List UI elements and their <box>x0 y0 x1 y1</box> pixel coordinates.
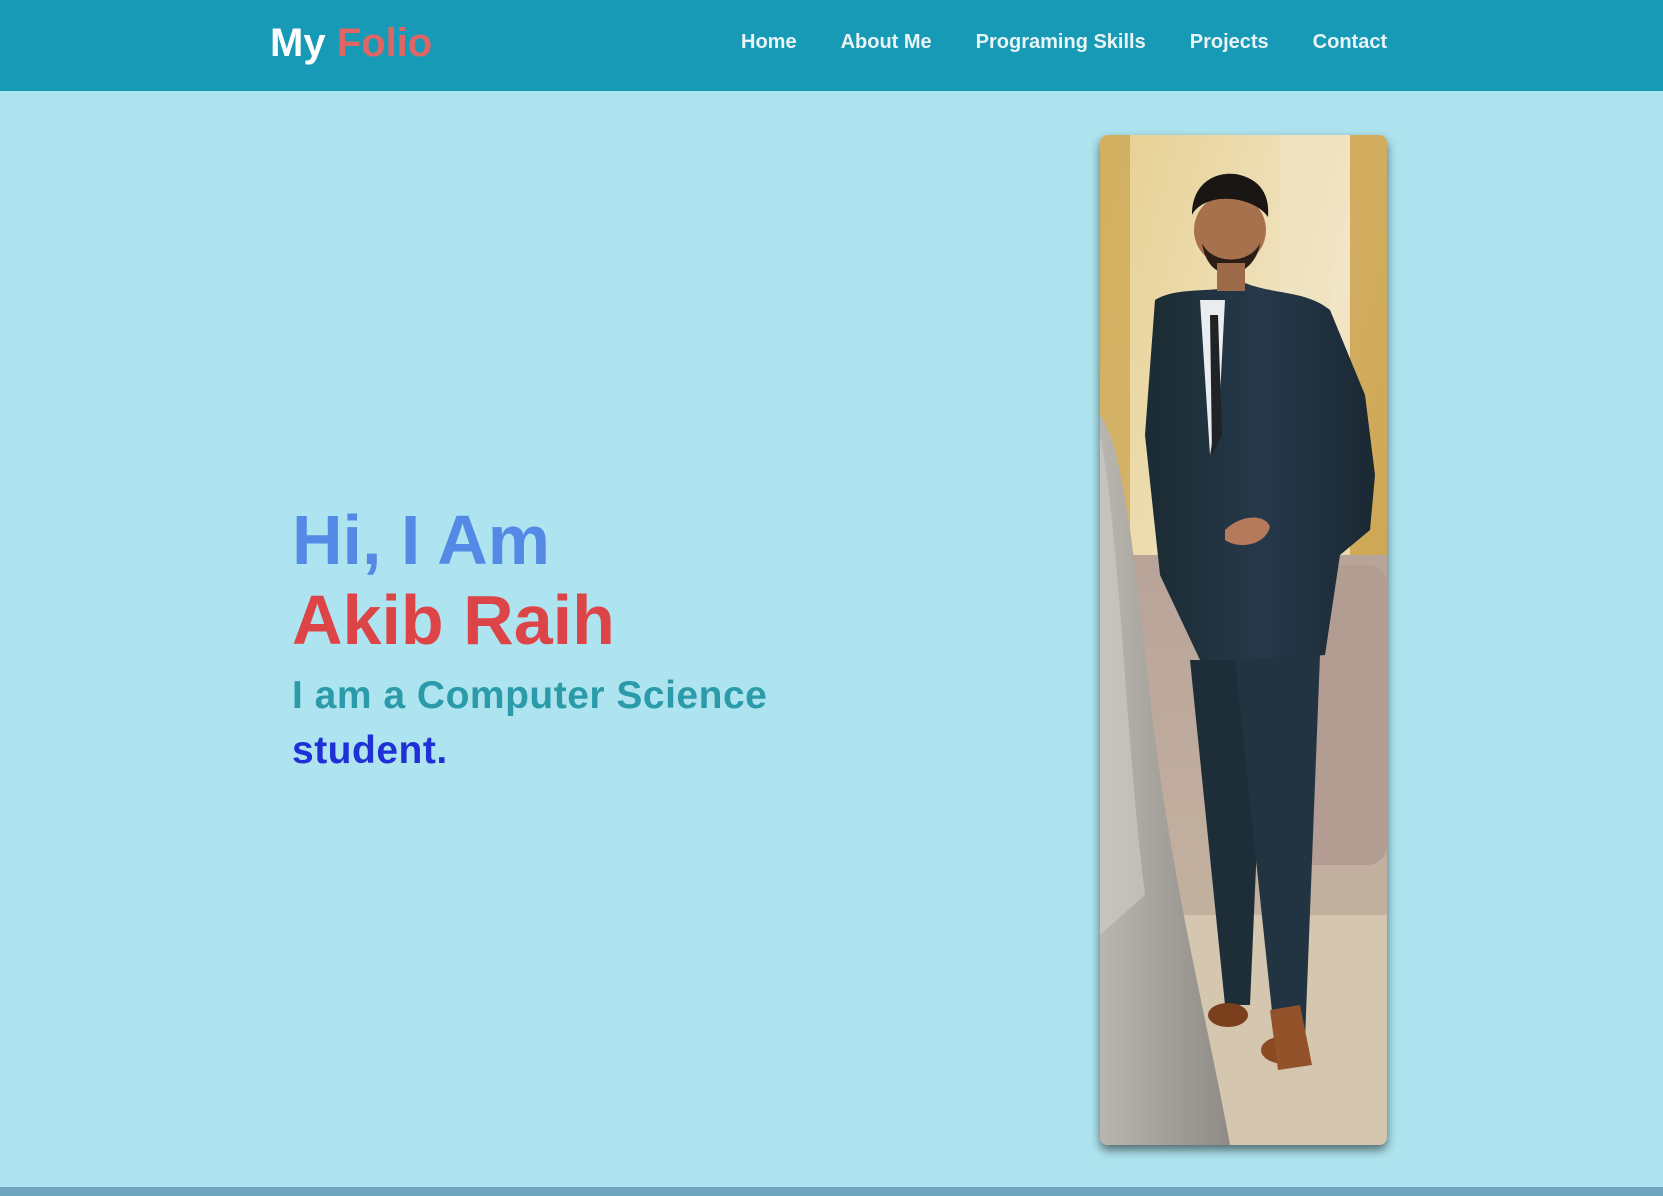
logo-folio: Folio <box>336 21 433 65</box>
profile-photo <box>1100 135 1387 1145</box>
hero-tagline: I am a Computer Science student. <box>292 668 812 778</box>
footer-bar <box>0 1187 1663 1196</box>
site-logo[interactable]: My Folio <box>270 20 432 66</box>
nav-about-me-link[interactable]: About Me <box>841 30 932 54</box>
logo-my: My <box>270 21 326 65</box>
nav-menu: Home About Me Programing Skills Projects… <box>741 30 1387 54</box>
nav-home-link[interactable]: Home <box>741 30 797 54</box>
profile-photo-image <box>1100 135 1387 1145</box>
nav-projects-link[interactable]: Projects <box>1190 30 1269 54</box>
navbar: My Folio Home About Me Programing Skills… <box>0 0 1663 91</box>
nav-contact-link[interactable]: Contact <box>1313 30 1387 54</box>
tagline-primary: I am a Computer Science <box>292 674 768 717</box>
hero-text: Hi, I Am Akib Raih I am a Computer Scien… <box>292 500 812 778</box>
hero-name: Akib Raih <box>292 581 615 659</box>
nav-programing-skills-link[interactable]: Programing Skills <box>976 30 1146 54</box>
hero-greeting: Hi, I Am <box>292 501 550 579</box>
tagline-secondary: student. <box>292 729 448 772</box>
